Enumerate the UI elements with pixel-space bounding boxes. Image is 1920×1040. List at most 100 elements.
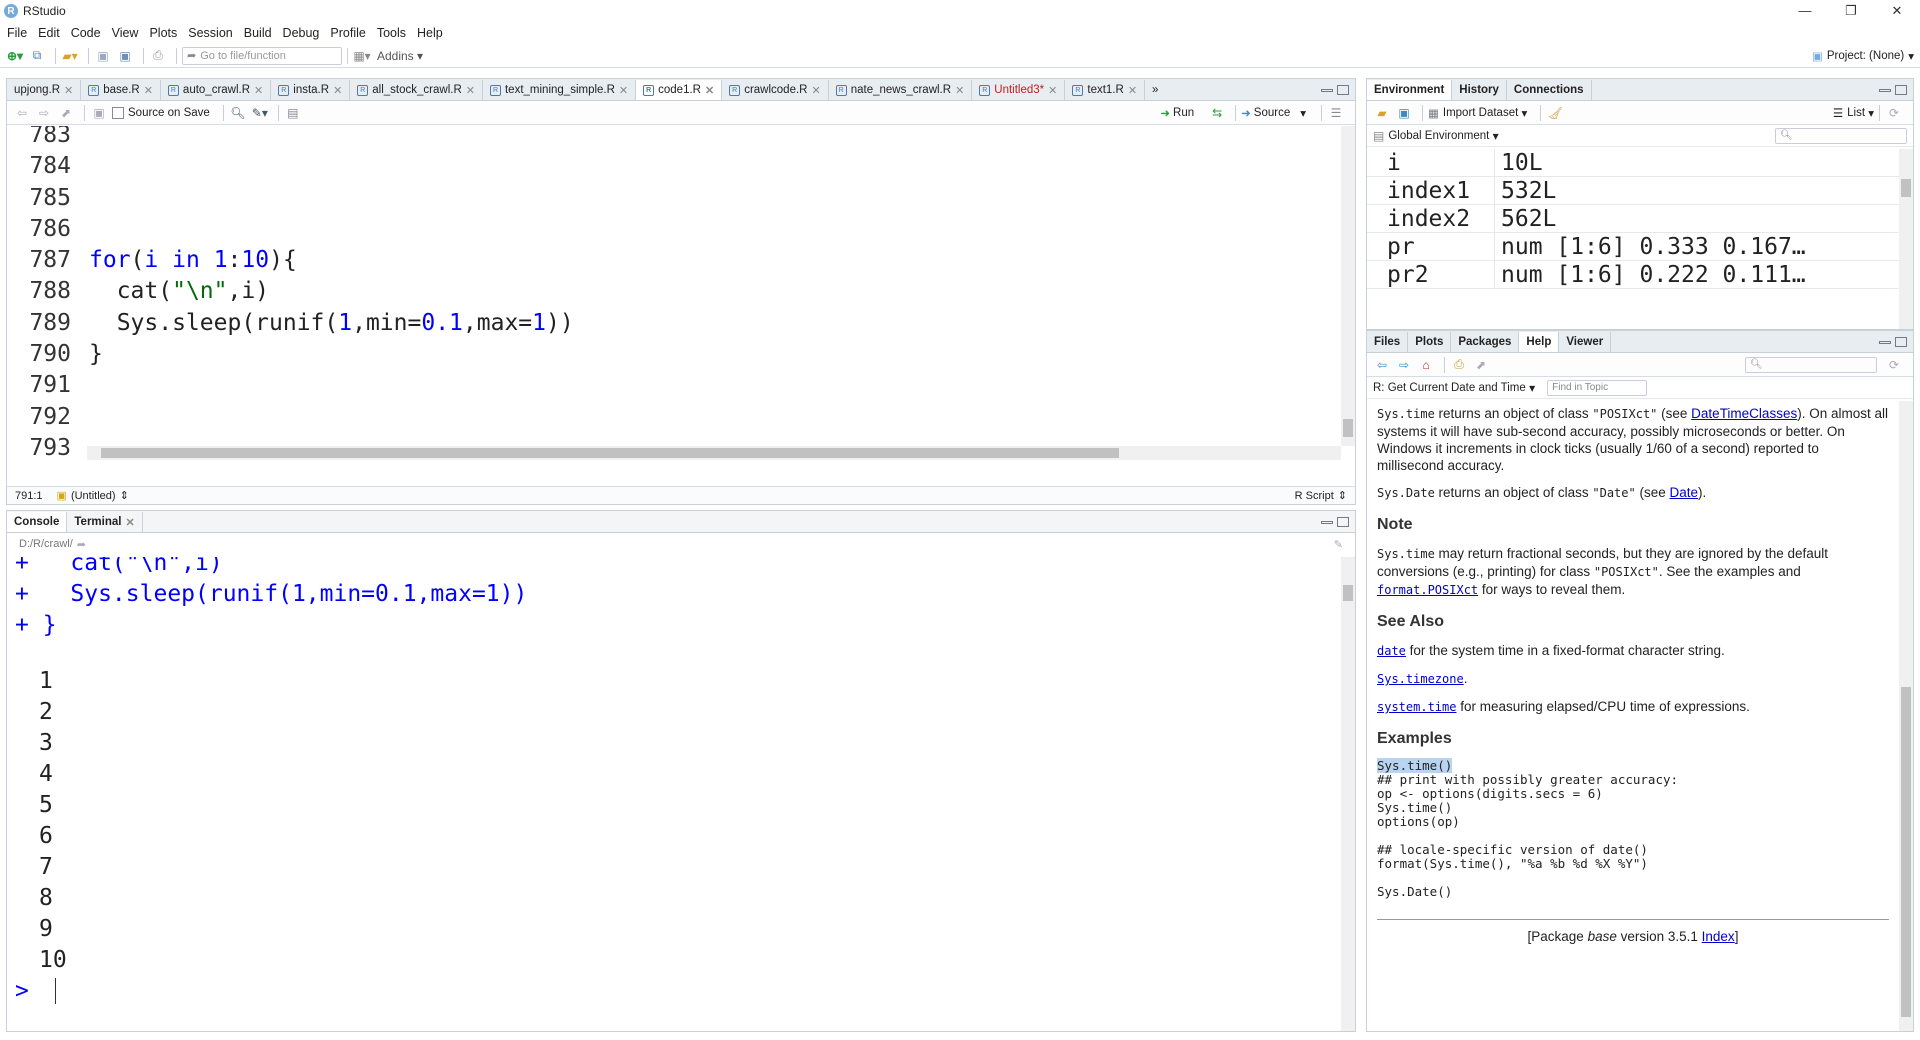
env-search-input[interactable]: 🔍︎: [1775, 127, 1907, 144]
console-vertical-scrollbar[interactable]: [1341, 557, 1355, 1031]
tab-help[interactable]: Help: [1519, 332, 1560, 352]
datetimeclasses-link[interactable]: DateTimeClasses: [1691, 406, 1797, 421]
outline-icon[interactable]: ☰: [1327, 104, 1345, 122]
tab-text-mining-simple[interactable]: Rtext_mining_simple.R ✕: [483, 80, 637, 100]
home-icon[interactable]: ⌂: [1417, 356, 1435, 374]
project-menu[interactable]: ▣ Project: (None) ▾: [1812, 49, 1914, 63]
console-output[interactable]: + cat("\n",i) + Sys.sleep(runif(1,min=0.…: [7, 557, 1341, 1031]
more-tabs-button[interactable]: »: [1145, 80, 1165, 100]
close-icon[interactable]: ✕: [955, 84, 964, 97]
clear-console-icon[interactable]: ✎: [1334, 538, 1343, 551]
refresh-icon[interactable]: ⟳: [1885, 104, 1903, 122]
save-all-icon[interactable]: ▣: [116, 47, 134, 65]
env-row[interactable]: index1 532L: [1367, 177, 1899, 205]
maximize-pane-icon[interactable]: [1337, 85, 1349, 95]
help-search-input[interactable]: 🔍︎: [1745, 356, 1877, 373]
menu-debug[interactable]: Debug: [283, 26, 320, 40]
index-link[interactable]: Index: [1702, 929, 1735, 944]
maximize-pane-icon[interactable]: [1337, 517, 1349, 527]
scrollbar-thumb[interactable]: [1343, 419, 1353, 437]
save-icon[interactable]: ▣: [90, 104, 108, 122]
tab-viewer[interactable]: Viewer: [1559, 332, 1612, 352]
tab-base[interactable]: Rbase.R ✕: [81, 80, 161, 100]
list-view-button[interactable]: ☰ List ▾: [1833, 106, 1874, 120]
back-arrow-icon[interactable]: ⇦: [13, 104, 31, 122]
maximize-pane-icon[interactable]: [1895, 337, 1907, 347]
env-row[interactable]: i 10L: [1367, 149, 1899, 177]
scrollbar-thumb[interactable]: [1901, 687, 1911, 1017]
menu-build[interactable]: Build: [244, 26, 272, 40]
refresh-icon[interactable]: ⟳: [1885, 356, 1903, 374]
source-button[interactable]: ➜ Source ▾: [1241, 106, 1306, 120]
minimize-pane-icon[interactable]: [1321, 88, 1333, 92]
help-vertical-scrollbar[interactable]: [1899, 401, 1913, 1031]
close-button[interactable]: ✕: [1874, 3, 1920, 19]
menu-file[interactable]: File: [7, 26, 27, 40]
run-button[interactable]: ➜ Run: [1160, 106, 1194, 120]
env-vertical-scrollbar[interactable]: [1899, 149, 1913, 329]
open-file-icon[interactable]: ▰▾: [61, 47, 79, 65]
close-icon[interactable]: ✕: [254, 84, 263, 97]
format-posixct-link[interactable]: format.POSIXct: [1377, 583, 1478, 597]
tab-text1[interactable]: Rtext1.R ✕: [1065, 80, 1146, 100]
close-icon[interactable]: ✕: [1128, 84, 1137, 97]
close-icon[interactable]: ✕: [1048, 84, 1057, 97]
addins-button[interactable]: Addins ▾: [375, 47, 425, 65]
menu-edit[interactable]: Edit: [38, 26, 60, 40]
new-file-icon[interactable]: ⊕▾: [6, 47, 24, 65]
scrollbar-thumb[interactable]: [1343, 585, 1353, 601]
close-icon[interactable]: ✕: [811, 84, 820, 97]
tab-upjong[interactable]: upjong.R ✕: [7, 80, 82, 100]
show-in-window-icon[interactable]: ⬈: [57, 104, 75, 122]
save-workspace-icon[interactable]: ▣: [1395, 104, 1413, 122]
close-icon[interactable]: ✕: [619, 84, 628, 97]
env-row[interactable]: pr num [1:6] 0.333 0.167…: [1367, 233, 1899, 261]
tab-insta[interactable]: Rinsta.R ✕: [271, 80, 351, 100]
env-row[interactable]: index2 562L: [1367, 205, 1899, 233]
forward-arrow-icon[interactable]: ⇨: [35, 104, 53, 122]
maximize-pane-icon[interactable]: [1895, 85, 1907, 95]
menu-profile[interactable]: Profile: [330, 26, 365, 40]
compile-report-icon[interactable]: ▤: [284, 104, 302, 122]
goto-file-input[interactable]: ➦ Go to file/function: [182, 46, 342, 65]
menu-plots[interactable]: Plots: [149, 26, 177, 40]
tab-packages[interactable]: Packages: [1451, 332, 1520, 352]
close-icon[interactable]: ✕: [64, 84, 73, 97]
back-arrow-icon[interactable]: ⇦: [1373, 356, 1391, 374]
grid-layout-icon[interactable]: ▦▾: [353, 47, 371, 65]
editor-horizontal-scrollbar[interactable]: [87, 446, 1341, 460]
new-project-icon[interactable]: ⧉: [28, 47, 46, 65]
rerun-icon[interactable]: ⇆: [1208, 104, 1226, 122]
tab-environment[interactable]: Environment: [1367, 80, 1453, 100]
tab-nate-news-crawl[interactable]: Rnate_news_crawl.R ✕: [829, 80, 973, 100]
save-icon[interactable]: ▣: [94, 47, 112, 65]
close-icon[interactable]: ✕: [705, 84, 714, 97]
tab-code1[interactable]: Rcode1.R ✕: [636, 80, 723, 100]
close-icon[interactable]: ✕: [144, 84, 153, 97]
tab-files[interactable]: Files: [1367, 332, 1409, 352]
search-icon[interactable]: 🔍︎: [229, 104, 247, 122]
date-fn-link[interactable]: date: [1377, 644, 1406, 658]
close-icon[interactable]: ✕: [466, 84, 475, 97]
minimize-button[interactable]: —: [1782, 3, 1828, 19]
tab-console[interactable]: Console: [7, 512, 68, 532]
env-scope-select[interactable]: Global Environment: [1388, 130, 1489, 142]
print-icon[interactable]: ⎙: [1450, 356, 1468, 374]
system-time-link[interactable]: system.time: [1377, 700, 1456, 714]
maximize-button[interactable]: ❐: [1828, 3, 1874, 19]
scrollbar-thumb[interactable]: [1901, 179, 1911, 197]
file-type-label[interactable]: R Script: [1295, 490, 1334, 502]
editor-vertical-scrollbar[interactable]: [1341, 126, 1355, 446]
tab-auto-crawl[interactable]: Rauto_crawl.R ✕: [161, 80, 272, 100]
tab-connections[interactable]: Connections: [1507, 80, 1592, 100]
console-prompt[interactable]: >: [15, 978, 1341, 1004]
tab-crawlcode[interactable]: Rcrawlcode.R ✕: [722, 80, 829, 100]
code-area[interactable]: 783 784 785 786 787 788 789 790 791 792 …: [7, 126, 1355, 462]
broom-icon[interactable]: 🧹︎: [1546, 104, 1564, 122]
menu-session[interactable]: Session: [188, 26, 232, 40]
show-in-window-icon[interactable]: ⬈: [1472, 356, 1490, 374]
close-icon[interactable]: ✕: [333, 84, 342, 97]
date-link[interactable]: Date: [1670, 485, 1699, 500]
tab-terminal[interactable]: Terminal ✕: [67, 512, 143, 532]
help-topic-select[interactable]: R: Get Current Date and Time: [1373, 382, 1526, 394]
